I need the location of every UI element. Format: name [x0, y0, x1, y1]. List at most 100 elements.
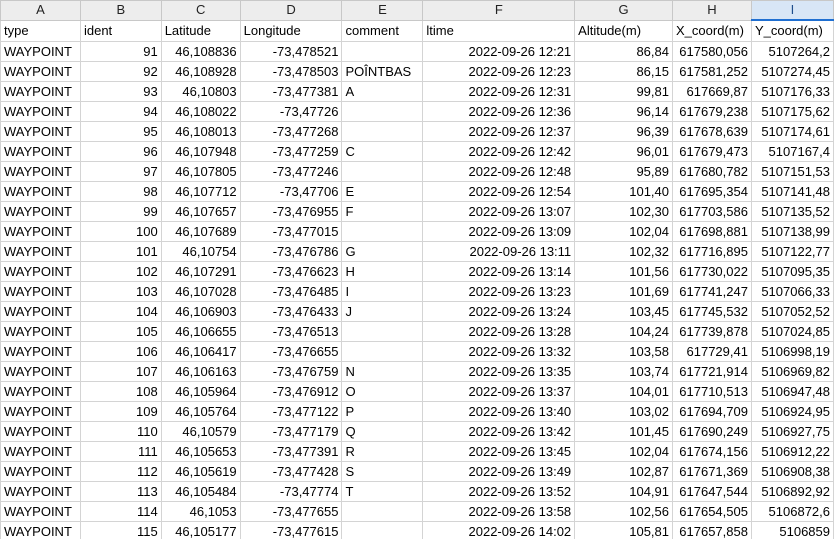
cell[interactable]: 46,106163 [160, 361, 241, 382]
cell[interactable]: 617679,473 [672, 141, 752, 162]
cell[interactable]: 107 [79, 361, 162, 382]
cell[interactable]: 46,107291 [160, 261, 241, 282]
cell[interactable]: WAYPOINT [0, 361, 81, 382]
cell[interactable]: 2022-09-26 13:09 [422, 221, 576, 242]
cell[interactable]: 46,1053 [160, 501, 241, 522]
cell[interactable]: 2022-09-26 13:52 [422, 481, 576, 502]
cell[interactable]: 102,30 [574, 201, 673, 222]
cell[interactable]: 101,40 [574, 181, 673, 202]
cell[interactable] [341, 121, 424, 142]
cell-table[interactable]: ABCDEFGHI type ident Latitude Longitude comm… [0, 0, 834, 539]
cell[interactable]: -73,476433 [239, 301, 343, 322]
cell[interactable]: 2022-09-26 13:42 [422, 421, 576, 442]
cell[interactable]: 109 [79, 401, 162, 422]
cell[interactable]: -73,477246 [239, 161, 343, 182]
cell[interactable]: WAYPOINT [0, 501, 81, 522]
cell[interactable]: 2022-09-26 12:21 [422, 41, 576, 62]
cell[interactable]: 2022-09-26 13:14 [422, 261, 576, 282]
cell[interactable]: 46,108022 [160, 101, 241, 122]
cell[interactable]: 5107024,85 [750, 321, 834, 342]
cell[interactable]: 617698,881 [672, 221, 752, 242]
cell[interactable]: 617694,709 [672, 401, 752, 422]
cell[interactable]: 5107274,45 [750, 61, 834, 82]
cell[interactable]: WAYPOINT [0, 381, 81, 402]
cell[interactable] [341, 221, 424, 242]
cell[interactable]: -73,477179 [239, 421, 343, 442]
cell[interactable]: WAYPOINT [0, 401, 81, 422]
cell[interactable]: WAYPOINT [0, 121, 81, 142]
cell[interactable]: 617581,252 [672, 61, 752, 82]
cell[interactable]: 96,39 [574, 121, 673, 142]
cell[interactable]: 617657,858 [672, 521, 752, 539]
cell[interactable]: 95 [79, 121, 162, 142]
cell[interactable]: WAYPOINT [0, 461, 81, 482]
cell[interactable]: 5107175,62 [750, 101, 834, 122]
cell[interactable]: A [341, 81, 424, 102]
cell[interactable]: 102,87 [574, 461, 673, 482]
cell[interactable] [341, 101, 424, 122]
column-header-i[interactable]: I [750, 0, 834, 21]
cell[interactable]: 86,15 [574, 61, 673, 82]
cell[interactable]: WAYPOINT [0, 141, 81, 162]
cell[interactable]: 46,105764 [160, 401, 241, 422]
cell[interactable]: 102,04 [574, 441, 673, 462]
cell[interactable]: 5106892,92 [750, 481, 834, 502]
header-cell[interactable]: ident [79, 19, 162, 42]
cell[interactable]: 617695,354 [672, 181, 752, 202]
cell[interactable]: 5106969,82 [750, 361, 834, 382]
cell[interactable]: -73,476623 [239, 261, 343, 282]
cell[interactable]: 617739,878 [672, 321, 752, 342]
cell[interactable]: 102,56 [574, 501, 673, 522]
cell[interactable]: 617680,782 [672, 161, 752, 182]
cell[interactable]: I [341, 281, 424, 302]
cell[interactable]: 46,107948 [160, 141, 241, 162]
spreadsheet-grid[interactable]: ABCDEFGHI type ident Latitude Longitude comm… [0, 0, 834, 539]
cell[interactable]: -73,477428 [239, 461, 343, 482]
cell[interactable]: 103,02 [574, 401, 673, 422]
cell[interactable]: 96 [79, 141, 162, 162]
cell[interactable]: 2022-09-26 13:45 [422, 441, 576, 462]
cell[interactable]: -73,476485 [239, 281, 343, 302]
cell[interactable]: 94 [79, 101, 162, 122]
cell[interactable]: 2022-09-26 13:07 [422, 201, 576, 222]
cell[interactable]: 46,107805 [160, 161, 241, 182]
cell[interactable]: 46,107689 [160, 221, 241, 242]
cell[interactable]: 102,32 [574, 241, 673, 262]
cell[interactable]: 113 [79, 481, 162, 502]
cell[interactable]: 5106912,22 [750, 441, 834, 462]
cell[interactable]: 104,24 [574, 321, 673, 342]
cell[interactable]: 46,108928 [160, 61, 241, 82]
cell[interactable]: 108 [79, 381, 162, 402]
cell[interactable]: 46,105619 [160, 461, 241, 482]
cell[interactable]: 2022-09-26 13:49 [422, 461, 576, 482]
cell[interactable]: 46,10579 [160, 421, 241, 442]
cell[interactable] [341, 321, 424, 342]
header-cell[interactable]: X_coord(m) [672, 19, 752, 42]
cell[interactable]: 2022-09-26 13:35 [422, 361, 576, 382]
cell[interactable]: WAYPOINT [0, 221, 81, 242]
cell[interactable]: 46,108836 [160, 41, 241, 62]
cell[interactable]: 46,106655 [160, 321, 241, 342]
cell[interactable]: 5107174,61 [750, 121, 834, 142]
cell[interactable]: -73,478503 [239, 61, 343, 82]
cell[interactable]: H [341, 261, 424, 282]
header-cell[interactable]: Longitude [239, 19, 343, 42]
cell[interactable]: 46,105177 [160, 521, 241, 539]
cell[interactable]: -73,476513 [239, 321, 343, 342]
cell[interactable]: E [341, 181, 424, 202]
cell[interactable]: WAYPOINT [0, 241, 81, 262]
cell[interactable]: 5106998,19 [750, 341, 834, 362]
cell[interactable]: N [341, 361, 424, 382]
cell[interactable]: 105,81 [574, 521, 673, 539]
cell[interactable]: 99 [79, 201, 162, 222]
header-cell[interactable]: Latitude [160, 19, 241, 42]
cell[interactable]: 2022-09-26 12:54 [422, 181, 576, 202]
cell[interactable]: 106 [79, 341, 162, 362]
cell[interactable]: WAYPOINT [0, 41, 81, 62]
cell[interactable]: -73,477655 [239, 501, 343, 522]
column-header-g[interactable]: G [574, 0, 673, 21]
cell[interactable]: 2022-09-26 13:40 [422, 401, 576, 422]
cell[interactable]: 111 [79, 441, 162, 462]
cell[interactable]: 46,107657 [160, 201, 241, 222]
cell[interactable] [341, 501, 424, 522]
